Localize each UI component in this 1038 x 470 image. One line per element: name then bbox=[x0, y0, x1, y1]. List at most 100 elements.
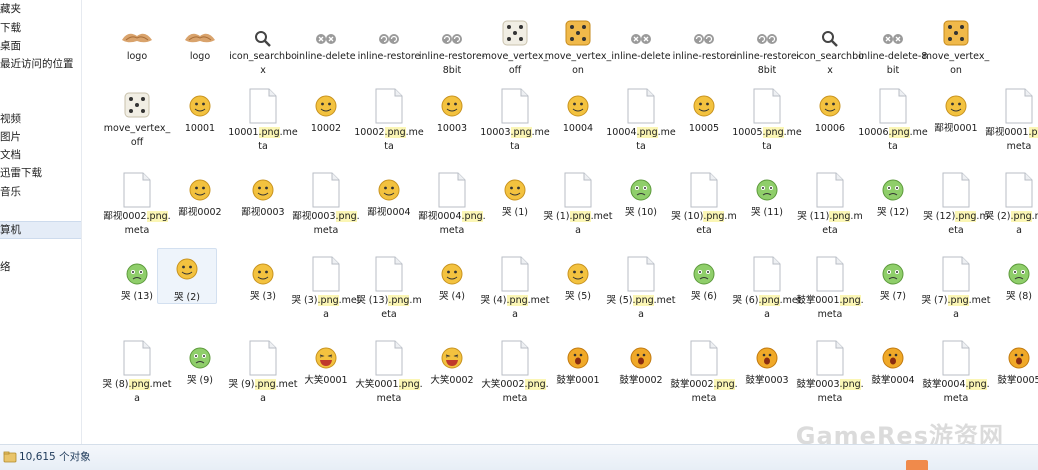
file-item[interactable]: 10002.png.meta bbox=[354, 86, 424, 166]
file-name: 哭 (9).png.meta bbox=[228, 379, 298, 404]
nav-item[interactable]: 文档 bbox=[0, 146, 81, 164]
file-item[interactable]: 哭 (5).png.meta bbox=[607, 254, 675, 334]
file-item[interactable]: move_vertex_off bbox=[482, 14, 548, 94]
file-item[interactable]: 10006.png.meta bbox=[858, 86, 928, 166]
file-item[interactable]: 鄙视0003 bbox=[232, 170, 294, 250]
file-name: 哭 (3) bbox=[250, 291, 276, 302]
file-item[interactable]: 哭 (8) bbox=[988, 254, 1038, 334]
nav-item[interactable]: 络 bbox=[0, 258, 81, 276]
file-item[interactable]: 10001.png.meta bbox=[228, 86, 298, 166]
file-item[interactable]: 10004.png.meta bbox=[606, 86, 676, 166]
file-item[interactable]: 哭 (5) bbox=[547, 254, 609, 334]
file-item[interactable]: 鼓掌0003 bbox=[736, 338, 798, 418]
navigation-pane[interactable]: 藏夹 下载 桌面 最近访问的位置 视频 图片 文档 迅雷下载 音乐算机络 bbox=[0, 0, 82, 444]
nav-item[interactable]: 音乐 bbox=[0, 183, 81, 201]
file-item[interactable]: 大笑0002 bbox=[421, 338, 483, 418]
file-item[interactable]: 大笑0002.png.meta bbox=[481, 338, 549, 418]
file-item[interactable]: 哭 (12) bbox=[862, 170, 924, 250]
file-name: move_vertex_off bbox=[481, 51, 549, 76]
file-name: 哭 (6).png.meta bbox=[732, 295, 802, 320]
file-item[interactable]: 哭 (3) bbox=[232, 254, 294, 334]
nav-item[interactable]: 最近访问的位置 bbox=[0, 55, 81, 73]
file-item[interactable]: 10003 bbox=[421, 86, 483, 166]
file-item[interactable]: 哭 (13).png.meta bbox=[356, 254, 422, 334]
file-item[interactable]: 10004 bbox=[547, 86, 609, 166]
file-item[interactable]: 哭 (4) bbox=[421, 254, 483, 334]
file-icon bbox=[123, 340, 151, 376]
file-item[interactable]: 鼓掌0001.png.meta bbox=[796, 254, 864, 334]
file-item[interactable]: 哭 (9).png.meta bbox=[229, 338, 297, 418]
file-item[interactable]: inline-restore-8bit bbox=[734, 14, 800, 94]
file-item[interactable]: 鄙视0002 bbox=[169, 170, 231, 250]
file-item[interactable]: move_vertex_on bbox=[923, 14, 989, 94]
file-name: inline-delete bbox=[611, 51, 671, 62]
file-item[interactable]: 鼓掌0001 bbox=[547, 338, 609, 418]
file-item[interactable]: logo bbox=[169, 14, 231, 94]
file-icon bbox=[816, 340, 844, 376]
file-item[interactable]: move_vertex_on bbox=[545, 14, 611, 94]
file-item[interactable]: 鼓掌0003.png.meta bbox=[796, 338, 864, 418]
nav-item[interactable]: 视频 bbox=[0, 110, 81, 128]
file-item[interactable]: 大笑0001.png.meta bbox=[355, 338, 423, 418]
nav-item[interactable]: 迅雷下载 bbox=[0, 164, 81, 182]
file-item[interactable]: 哭 (10) bbox=[610, 170, 672, 250]
file-item[interactable]: 哭 (3).png.meta bbox=[292, 254, 360, 334]
file-item[interactable]: 鼓掌0004 bbox=[862, 338, 924, 418]
file-item[interactable]: 哭 (6).png.meta bbox=[733, 254, 801, 334]
file-item[interactable]: 10001 bbox=[169, 86, 231, 166]
file-item[interactable]: 10003.png.meta bbox=[480, 86, 550, 166]
file-item[interactable]: 哭 (12).png.meta bbox=[923, 170, 989, 250]
file-item[interactable]: 哭 (8).png.meta bbox=[103, 338, 171, 418]
crying-face-icon bbox=[1007, 262, 1031, 286]
file-item[interactable]: inline-restore bbox=[358, 14, 420, 94]
nav-item[interactable]: 下载 bbox=[0, 19, 81, 37]
file-item[interactable]: 哭 (4).png.meta bbox=[481, 254, 549, 334]
file-item[interactable]: 哭 (11).png.meta bbox=[797, 170, 863, 250]
file-item[interactable]: logo bbox=[106, 14, 168, 94]
file-item[interactable]: 哭 (6) bbox=[673, 254, 735, 334]
file-item[interactable]: 鄙视0004 bbox=[358, 170, 420, 250]
file-item[interactable]: 哭 (11) bbox=[736, 170, 798, 250]
file-icon bbox=[501, 340, 529, 376]
file-item[interactable]: 哭 (1).png.meta bbox=[544, 170, 612, 250]
file-item[interactable]: inline-delete bbox=[610, 14, 672, 94]
file-item[interactable]: 哭 (9) bbox=[169, 338, 231, 418]
file-item[interactable]: 哭 (7).png.meta bbox=[922, 254, 990, 334]
file-item[interactable]: inline-restore-8bit bbox=[419, 14, 485, 94]
file-item[interactable]: 鄙视0004.png.meta bbox=[418, 170, 486, 250]
object-count: 10,615 个对象 bbox=[19, 451, 91, 463]
file-item[interactable]: 10005.png.meta bbox=[732, 86, 802, 166]
file-grid[interactable]: logo logo icon_searchbox inline-delete inlin… bbox=[83, 0, 1038, 444]
file-name: 哭 (9) bbox=[187, 375, 213, 386]
file-item[interactable]: 哭 (1) bbox=[484, 170, 546, 250]
file-item[interactable]: 鄙视0003.png.meta bbox=[292, 170, 360, 250]
file-item[interactable]: 鼓掌0002 bbox=[610, 338, 672, 418]
file-item[interactable]: 10005 bbox=[673, 86, 735, 166]
file-item[interactable]: move_vertex_off bbox=[104, 86, 170, 166]
file-item[interactable]: 大笑0001 bbox=[295, 338, 357, 418]
file-item[interactable]: 哭 (7) bbox=[862, 254, 924, 334]
file-item[interactable]: 10006 bbox=[799, 86, 861, 166]
file-item[interactable]: 鄙视0002.png.meta bbox=[103, 170, 171, 250]
file-item[interactable]: 鄙视0001.png.meta bbox=[985, 86, 1038, 166]
file-item[interactable]: 鼓掌0005 bbox=[988, 338, 1038, 418]
file-item[interactable]: 哭 (2) bbox=[157, 248, 217, 304]
file-item[interactable]: 哭 (10).png.meta bbox=[671, 170, 737, 250]
file-item[interactable]: 鼓掌0004.png.meta bbox=[922, 338, 990, 418]
file-item[interactable]: 哭 (2).png.meta bbox=[985, 170, 1038, 250]
file-item[interactable]: icon_searchbox bbox=[796, 14, 864, 94]
file-name: 大笑0001.png.meta bbox=[355, 379, 423, 404]
nav-item[interactable]: 桌面 bbox=[0, 37, 81, 55]
file-name: 鼓掌0003 bbox=[745, 375, 789, 386]
nav-item[interactable]: 图片 bbox=[0, 128, 81, 146]
file-item[interactable]: icon_searchbox bbox=[229, 14, 297, 94]
file-item[interactable]: 鄙视0001 bbox=[925, 86, 987, 166]
file-item[interactable]: inline-delete-8bit bbox=[859, 14, 927, 94]
nav-item[interactable]: 藏夹 bbox=[0, 0, 81, 18]
file-item[interactable]: 鼓掌0002.png.meta bbox=[670, 338, 738, 418]
delete-icon bbox=[882, 28, 904, 50]
file-item[interactable]: 10002 bbox=[295, 86, 357, 166]
nav-item[interactable]: 算机 bbox=[0, 221, 81, 239]
file-item[interactable]: inline-delete bbox=[295, 14, 357, 94]
file-item[interactable]: inline-restore bbox=[673, 14, 735, 94]
